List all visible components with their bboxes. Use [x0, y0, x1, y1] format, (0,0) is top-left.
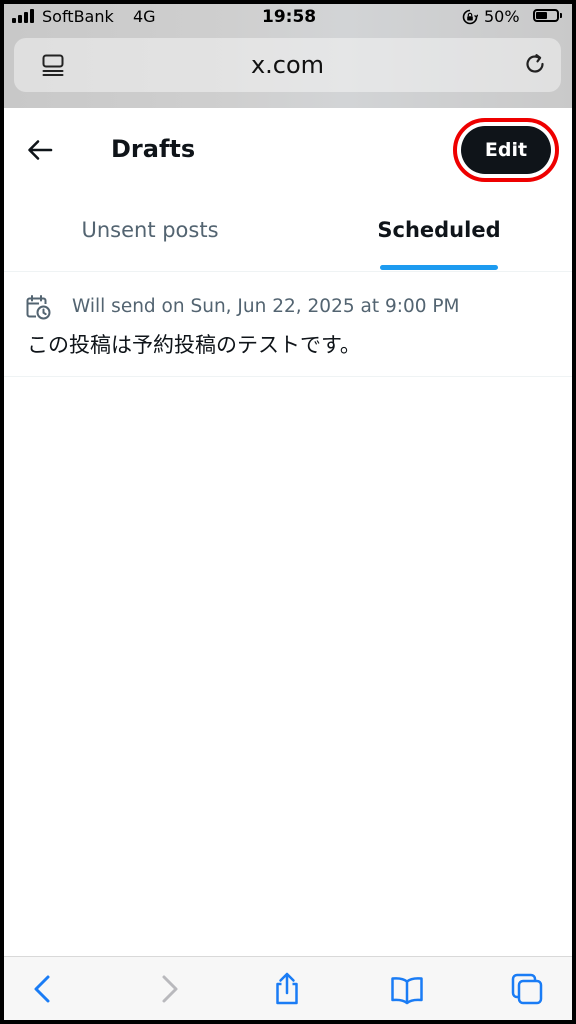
rotation-lock-icon: [462, 9, 479, 25]
address-bar[interactable]: x.com: [14, 38, 561, 92]
back-arrow-icon[interactable]: [24, 134, 56, 166]
network-type: 4G: [133, 7, 156, 26]
page-title: Drafts: [111, 135, 196, 163]
url-text[interactable]: x.com: [14, 38, 561, 92]
browser-chrome: SoftBank 4G 19:58 50% x.com: [4, 4, 572, 108]
tab-scheduled[interactable]: Scheduled: [334, 209, 544, 261]
active-tab-indicator: [380, 265, 498, 270]
screen: SoftBank 4G 19:58 50% x.com Drafts Edit …: [4, 4, 572, 1020]
back-icon[interactable]: [26, 971, 62, 1007]
status-bar: SoftBank 4G 19:58 50%: [4, 4, 572, 30]
bookmarks-icon[interactable]: [389, 971, 425, 1007]
forward-icon[interactable]: [151, 971, 187, 1007]
signal-icon: [12, 9, 38, 23]
battery-icon: [533, 9, 562, 22]
reload-icon[interactable]: [522, 51, 548, 77]
post-text: この投稿は予約投稿のテストです。: [27, 333, 361, 357]
tabs-icon[interactable]: [509, 971, 545, 1007]
share-icon[interactable]: [269, 971, 305, 1007]
tab-unsent-posts[interactable]: Unsent posts: [44, 209, 256, 261]
schedule-time-text: Will send on Sun, Jun 22, 2025 at 9:00 P…: [72, 296, 460, 317]
status-time: 19:58: [262, 7, 317, 27]
edit-button[interactable]: Edit: [461, 126, 551, 174]
list-divider: [4, 376, 572, 377]
calendar-clock-icon: [25, 294, 51, 320]
scheduled-post-item[interactable]: Will send on Sun, Jun 22, 2025 at 9:00 P…: [4, 272, 572, 376]
battery-percentage: 50%: [484, 7, 520, 26]
browser-toolbar: [4, 956, 572, 1020]
carrier-name: SoftBank: [42, 7, 114, 26]
